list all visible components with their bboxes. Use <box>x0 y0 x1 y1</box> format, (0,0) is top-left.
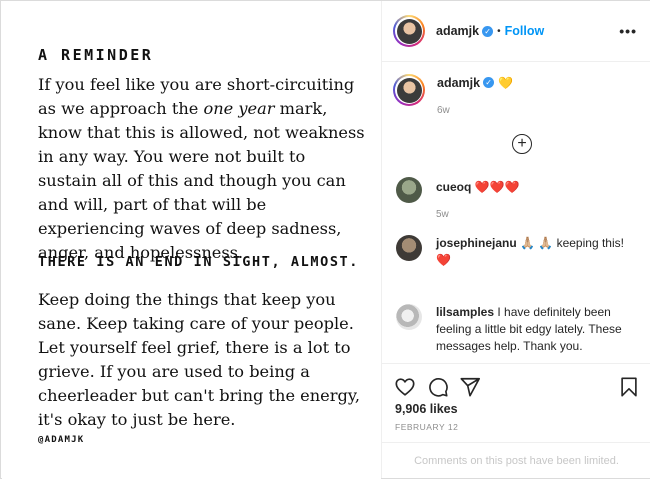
header-username[interactable]: adamjk <box>436 24 479 38</box>
image-signature: @ADAMJK <box>38 435 85 445</box>
list-item: lilsamples I have definitely been feelin… <box>396 304 641 355</box>
heart-icon[interactable] <box>394 376 416 398</box>
likes-count[interactable]: 9,906 likes <box>395 402 458 416</box>
yellow-heart-icon: 💛 <box>498 75 514 90</box>
side-panel: adamjk ✓ • Follow ••• adamjk ✓ 💛 6w + cu… <box>381 1 650 478</box>
load-more-comments-button[interactable]: + <box>512 134 532 154</box>
commenter-avatar[interactable] <box>396 235 422 261</box>
post-modal: A REMINDER If you feel like you are shor… <box>0 0 650 479</box>
caption-avatar[interactable] <box>393 74 425 106</box>
image-paragraph-1: If you feel like you are short-circuitin… <box>38 75 365 262</box>
follow-button[interactable]: Follow <box>505 24 545 38</box>
verified-badge-icon: ✓ <box>482 25 494 37</box>
heart-emoji-icon: ❤️ <box>436 253 451 267</box>
verified-badge-icon: ✓ <box>483 77 495 88</box>
image-end-line: THERE IS AN END IN SIGHT, ALMOST. <box>38 254 360 270</box>
paper-plane-icon[interactable] <box>459 376 481 398</box>
post-date: FEBRUARY 12 <box>395 422 459 432</box>
image-title: A REMINDER <box>38 46 154 64</box>
profile-avatar-icon <box>396 77 422 103</box>
comment-icon[interactable] <box>427 376 449 398</box>
comment-username[interactable]: lilsamples <box>436 305 494 319</box>
heart-emoji-icon: ❤️❤️❤️ <box>474 180 520 194</box>
commenter-avatar[interactable] <box>396 304 422 330</box>
more-options-icon[interactable]: ••• <box>619 23 637 39</box>
post-header: adamjk ✓ • Follow ••• <box>382 1 650 62</box>
action-bar: 9,906 likes FEBRUARY 12 <box>382 363 650 443</box>
comment-username[interactable]: cueoq <box>436 180 471 194</box>
bookmark-icon[interactable] <box>618 376 640 398</box>
list-item: cueoq ❤️❤️❤️ 5w <box>396 177 641 223</box>
caption-username[interactable]: adamjk <box>437 76 480 90</box>
comment-username[interactable]: josephinejanu <box>436 236 517 250</box>
caption-time: 6w <box>437 105 450 116</box>
profile-avatar-icon <box>396 18 422 44</box>
post-image: A REMINDER If you feel like you are shor… <box>2 2 381 479</box>
commenter-avatar[interactable] <box>396 177 422 203</box>
comments-limited-notice: Comments on this post have been limited. <box>382 442 650 478</box>
image-paragraph-2: Keep doing the things that keep you sane… <box>38 290 360 429</box>
comment-text: 🙏🏼 🙏🏼 keeping this! <box>520 236 624 250</box>
comment-time: 5w <box>436 209 449 220</box>
avatar[interactable] <box>393 15 425 47</box>
list-item: josephinejanu 🙏🏼 🙏🏼 keeping this! ❤️ <box>396 235 641 269</box>
caption: adamjk ✓ 💛 6w <box>393 74 513 116</box>
separator-dot: • <box>497 25 501 37</box>
